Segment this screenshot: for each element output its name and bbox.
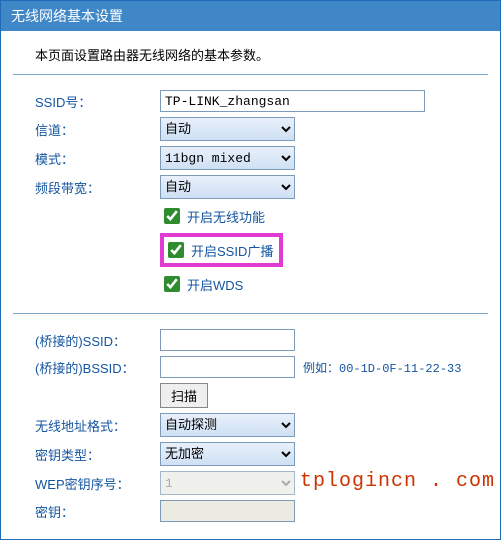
key-label: 密钥： <box>35 502 160 521</box>
enable-wireless-label: 开启无线功能 <box>187 207 265 226</box>
basic-section: SSID号： 信道： 自动 模式： 11bgn mixed 频段带宽： <box>13 75 488 314</box>
enable-ssid-broadcast-checkbox[interactable] <box>168 242 184 258</box>
bridge-bssid-input[interactable] <box>160 356 295 378</box>
wep-index-select: 1 <box>160 471 295 495</box>
key-type-select[interactable]: 无加密 <box>160 442 295 466</box>
enable-wireless-checkbox[interactable] <box>164 208 180 224</box>
ssid-input[interactable] <box>160 90 425 112</box>
enable-wds-checkbox[interactable] <box>164 276 180 292</box>
bridge-bssid-label: (桥接的)BSSID： <box>35 358 160 377</box>
channel-select[interactable]: 自动 <box>160 117 295 141</box>
wds-section: (桥接的)SSID： (桥接的)BSSID： 例如：00-1D-0F-11-22… <box>13 314 488 539</box>
addr-format-select[interactable]: 自动探测 <box>160 413 295 437</box>
bridge-ssid-input[interactable] <box>160 329 295 351</box>
ssid-label: SSID号： <box>35 92 160 111</box>
mode-select[interactable]: 11bgn mixed <box>160 146 295 170</box>
channel-label: 信道： <box>35 120 160 139</box>
enable-wds-label: 开启WDS <box>187 275 243 294</box>
scan-button[interactable]: 扫描 <box>160 383 208 408</box>
key-type-label: 密钥类型： <box>35 445 160 464</box>
bandwidth-select[interactable]: 自动 <box>160 175 295 199</box>
panel-description: 本页面设置路由器无线网络的基本参数。 <box>13 31 488 75</box>
bssid-example: 例如：00-1D-0F-11-22-33 <box>303 359 461 376</box>
mode-label: 模式： <box>35 149 160 168</box>
addr-format-label: 无线地址格式： <box>35 416 160 435</box>
wep-index-label: WEP密钥序号： <box>35 474 160 493</box>
wireless-settings-panel: 无线网络基本设置 本页面设置路由器无线网络的基本参数。 SSID号： 信道： 自… <box>0 0 501 540</box>
enable-ssid-broadcast-label: 开启SSID广播 <box>191 241 273 260</box>
bandwidth-label: 频段带宽： <box>35 178 160 197</box>
ssid-broadcast-highlight: 开启SSID广播 <box>160 233 283 267</box>
bridge-ssid-label: (桥接的)SSID： <box>35 331 160 350</box>
key-input <box>160 500 295 522</box>
panel-title: 无线网络基本设置 <box>1 1 500 31</box>
